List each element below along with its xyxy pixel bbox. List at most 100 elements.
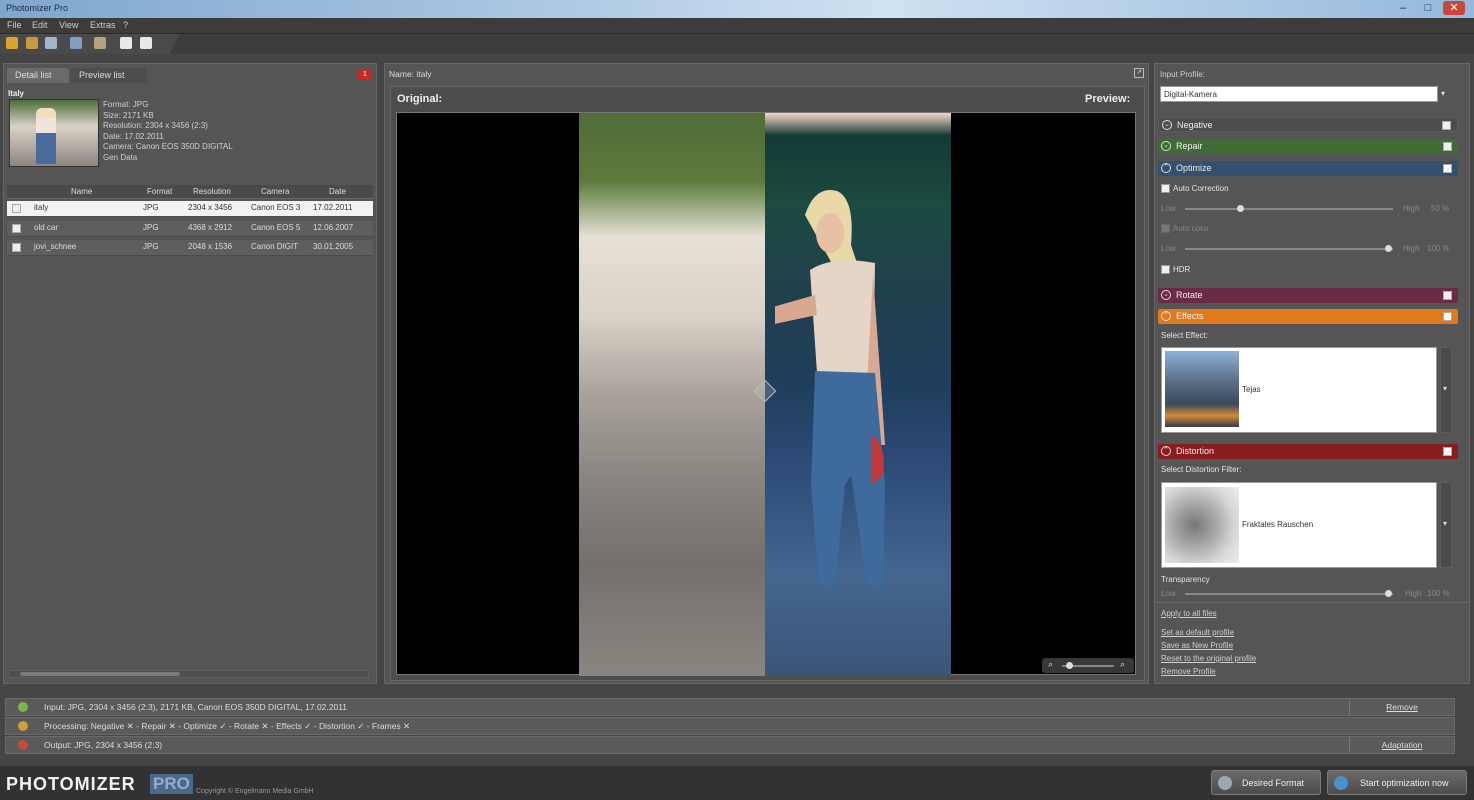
col-resolution[interactable]: Resolution [193,187,231,196]
transparency-slider[interactable] [1185,590,1393,597]
zoom-out-icon[interactable]: ⌕ [1048,659,1053,670]
section-checkbox[interactable]: ✓ [1443,164,1452,175]
zoom-in-icon[interactable]: ⌕ [1120,659,1125,670]
section-distortion[interactable]: ⌃ Distortion ✓ [1158,444,1458,459]
title-bar: Photomizer Pro – □ ✕ [0,0,1474,18]
high-label: High [1403,244,1420,253]
preview-label: Preview: [1085,93,1131,105]
remove-button[interactable]: Remove [1349,699,1454,715]
cell-date: 12.06.2007 [313,223,354,232]
save-new-profile-link[interactable]: Save as New Profile [1161,641,1233,650]
zoom-slider-knob[interactable] [1066,662,1073,669]
menu-view[interactable]: View [59,20,78,30]
menu-edit[interactable]: Edit [32,20,48,30]
cell-camera: Canon DIGIT [251,242,299,251]
horizontal-scrollbar[interactable] [9,670,369,678]
split-view-icon[interactable] [140,37,152,49]
desired-format-button[interactable]: Desired Format [1211,770,1321,795]
start-optimization-button[interactable]: Start optimization now [1327,770,1467,795]
distortion-dropdown[interactable]: ▾ [1440,482,1452,568]
expand-icon[interactable]: ⌄ [1162,120,1172,130]
effect-dropdown[interactable]: ▾ [1440,347,1452,433]
preview-panel: Name: italy ↗ Original: Preview: ⌕ ⌕ [384,63,1149,684]
collapse-icon[interactable]: ⌃ [1161,446,1171,456]
section-label: Repair [1176,141,1203,151]
col-camera[interactable]: Camera [261,187,289,196]
slider-knob[interactable] [1237,205,1244,212]
col-date[interactable]: Date [329,187,346,196]
section-checkbox[interactable]: ✓ [1443,447,1452,458]
section-optimize[interactable]: ⌃ Optimize ✓ [1158,161,1458,176]
section-rotate[interactable]: ⌄ Rotate [1158,288,1458,303]
notification-badge[interactable]: 1 [358,69,372,80]
close-icon[interactable]: ✕ [1443,1,1465,15]
expand-icon[interactable]: ⌄ [1161,290,1171,300]
menu-file[interactable]: File [7,20,22,30]
adaptation-button[interactable]: Adaptation [1349,737,1454,753]
optimize-strength-slider[interactable] [1185,205,1393,212]
row-checkbox[interactable] [12,243,21,252]
hdr-checkbox[interactable] [1161,265,1170,274]
section-checkbox[interactable] [1443,291,1452,300]
effect-picker[interactable]: Tejas [1161,347,1437,433]
auto-color-checkbox[interactable] [1161,224,1170,233]
footer: PHOTOMIZER PRO Copyright © Engelmann Med… [0,766,1474,800]
image-viewer[interactable]: ⌕ ⌕ [396,112,1136,676]
single-view-icon[interactable] [120,37,132,49]
tab-detail-list[interactable]: Detail list [7,68,69,83]
set-default-profile-link[interactable]: Set as default profile [1161,628,1234,637]
section-repair[interactable]: ⌄ Repair [1158,139,1458,154]
tab-preview-list[interactable]: Preview list [71,68,147,83]
expand-icon[interactable]: ⌄ [1161,141,1171,151]
save-icon[interactable] [70,37,82,49]
auto-color-slider[interactable] [1185,245,1393,252]
col-name[interactable]: Name [71,187,92,196]
maximize-icon[interactable]: □ [1417,1,1439,15]
status-input-text: Input: JPG, 2304 x 3456 (2:3), 2171 KB, … [44,702,348,712]
section-effects[interactable]: ⌃ Effects [1158,309,1458,324]
slider-knob[interactable] [1385,590,1392,597]
dropdown-arrow-icon[interactable]: ▾ [1443,384,1447,393]
thumbnail-figure [36,108,56,164]
dropdown-arrow-icon[interactable]: ▾ [1443,519,1447,528]
slider-knob[interactable] [1385,245,1392,252]
input-profile-select[interactable]: Digital-Kamera [1160,86,1438,102]
detail-size: Size: 2171 KB [103,110,154,120]
add-files-icon[interactable] [26,37,38,49]
zoom-slider[interactable] [1062,662,1114,669]
remove-profile-link[interactable]: Remove Profile [1161,667,1216,676]
profile-icon[interactable] [94,37,106,49]
menu-extras[interactable]: Extras [90,20,116,30]
table-row[interactable]: jovi_schnee JPG 2048 x 1536 Canon DIGIT … [7,240,373,256]
profile-dropdown-icon[interactable]: ▾ [1441,89,1445,98]
row-checkbox[interactable] [12,224,21,233]
scrollbar-thumb[interactable] [20,672,180,676]
menu-help[interactable]: ? [123,20,128,30]
section-label: Distortion [1176,446,1215,456]
reset-profile-link[interactable]: Reset to the original profile [1161,654,1256,663]
table-row[interactable]: old car JPG 4368 x 2912 Canon EOS 5 12.0… [7,221,373,237]
auto-correction-checkbox[interactable] [1161,184,1170,193]
minimize-icon[interactable]: – [1392,1,1414,15]
refresh-icon[interactable] [45,37,57,49]
section-checkbox[interactable] [1442,121,1451,130]
output-status-icon [18,740,28,750]
section-negative[interactable]: ⌄ Negative [1158,117,1458,132]
distortion-picker[interactable]: Fraktales Rauschen [1161,482,1437,568]
auto-color-label: Auto color [1173,224,1210,233]
row-checkbox[interactable] [12,204,21,213]
selected-thumbnail [9,99,99,167]
section-checkbox[interactable] [1443,142,1452,151]
cell-resolution: 2048 x 1536 [188,242,233,251]
popout-icon[interactable]: ↗ [1134,68,1144,78]
apply-to-all-link[interactable]: Apply to all files [1161,609,1217,618]
collapse-icon[interactable]: ⌃ [1161,311,1171,321]
cell-format: JPG [143,242,159,251]
table-row[interactable]: italy JPG 2304 x 3456 Canon EOS 3 17.02.… [7,201,373,217]
section-checkbox[interactable] [1443,312,1452,321]
open-folder-icon[interactable] [6,37,18,49]
section-label: Rotate [1176,290,1203,300]
collapse-icon[interactable]: ⌃ [1161,163,1171,173]
col-format[interactable]: Format [147,187,172,196]
original-image [579,113,765,676]
